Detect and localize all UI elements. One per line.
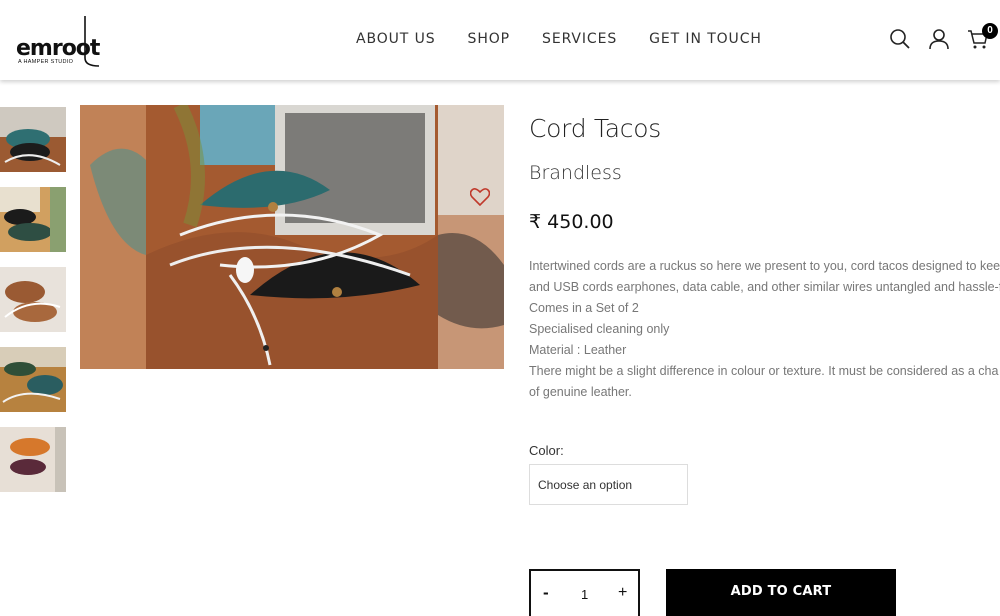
description-line: of genuine leather. (529, 385, 632, 399)
description-line: Intertwined cords are a ruckus so here w… (529, 259, 1000, 273)
site-header: emroot A HAMPER STUDIO ABOUT US SHOP SER… (0, 0, 1000, 80)
logo-subtitle: A HAMPER STUDIO (18, 59, 74, 65)
quantity-increment-button[interactable]: + (618, 584, 627, 602)
description-line: Specialised cleaning only (529, 322, 670, 336)
description-line: There might be a slight difference in co… (529, 364, 999, 378)
add-to-cart-button[interactable]: ADD TO CART (666, 569, 896, 616)
site-logo[interactable]: emroot A HAMPER STUDIO (16, 14, 106, 70)
logo-wordmark: emroot (16, 36, 100, 61)
color-label: Color: (529, 443, 564, 458)
currency-symbol: ₹ (529, 211, 542, 233)
wishlist-heart-icon[interactable] (469, 188, 491, 207)
user-icon[interactable] (928, 28, 950, 50)
cart-count-badge: 0 (982, 23, 998, 39)
quantity-stepper: - 1 + (529, 569, 640, 616)
thumbnail-2[interactable] (0, 187, 66, 252)
quantity-value[interactable]: 1 (581, 587, 588, 602)
description-line: Material : Leather (529, 343, 627, 357)
quantity-decrement-button[interactable]: - (543, 583, 549, 603)
description-line: and USB cords earphones, data cable, and… (529, 280, 1000, 294)
nav-about-us[interactable]: ABOUT US (356, 31, 436, 47)
product-title: Cord Tacos (529, 114, 661, 143)
thumbnail-4[interactable] (0, 347, 66, 412)
header-icons: 0 (889, 23, 1000, 50)
thumbnail-3[interactable] (0, 267, 66, 332)
cart-icon[interactable]: 0 (967, 23, 998, 50)
nav-services[interactable]: SERVICES (542, 31, 617, 47)
main-nav: ABOUT US SHOP SERVICES GET IN TOUCH (356, 31, 794, 47)
price-value: 450.00 (547, 211, 614, 233)
search-icon[interactable] (889, 28, 911, 50)
thumbnail-1[interactable] (0, 107, 66, 172)
product-brand: Brandless (529, 162, 622, 184)
nav-get-in-touch[interactable]: GET IN TOUCH (649, 31, 762, 47)
thumbnail-gallery (0, 107, 66, 507)
product-description: Intertwined cords are a ruckus so here w… (529, 256, 1000, 403)
thumbnail-5[interactable] (0, 427, 66, 492)
product-price: ₹ 450.00 (529, 211, 614, 233)
description-line: Comes in a Set of 2 (529, 301, 639, 315)
main-product-image[interactable] (80, 105, 504, 369)
nav-shop[interactable]: SHOP (468, 31, 510, 47)
color-select[interactable]: Choose an option (529, 464, 688, 505)
